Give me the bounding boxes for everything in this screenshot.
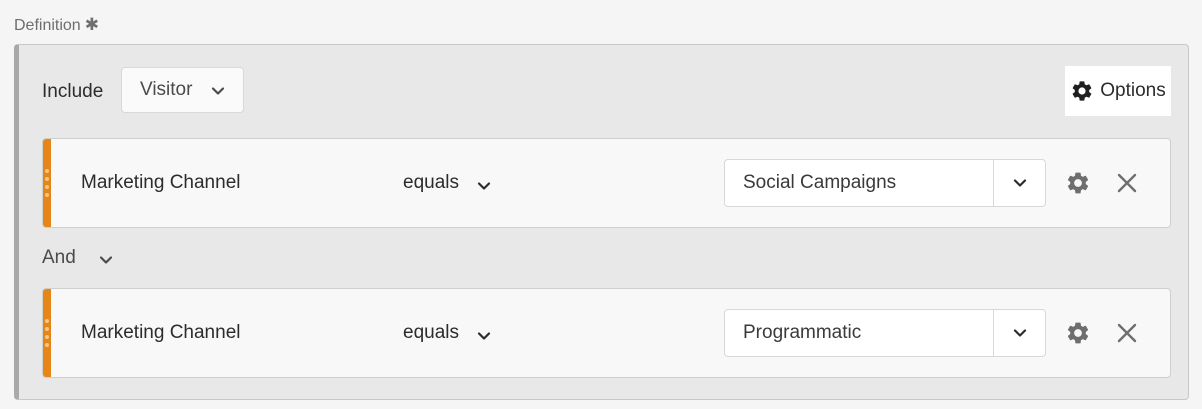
scope-picker[interactable]: Visitor [121,67,244,113]
options-label: Options [1100,80,1166,101]
drag-handle[interactable] [43,139,51,227]
include-label: Include [42,81,104,102]
rule-row: Marketing Channel equals [42,288,1171,378]
definition-label-text: Definition [14,17,81,34]
segment-container: Include Visitor Options Marketing Channe… [14,44,1189,400]
close-icon[interactable] [1116,322,1138,344]
drag-handle-icon [45,169,49,197]
options-button[interactable]: Options [1065,66,1171,116]
drag-handle[interactable] [43,289,51,377]
gear-icon [1072,81,1092,101]
rule-value-input[interactable] [725,160,993,206]
rule-operator[interactable]: equals [403,172,459,194]
value-dropdown-button[interactable] [994,160,1045,206]
gear-icon[interactable] [1065,170,1091,196]
chevron-down-icon [1013,329,1026,337]
gear-icon[interactable] [1065,320,1091,346]
rule-value-input[interactable] [725,310,993,356]
chevron-down-icon [1013,179,1026,187]
definition-label: Definition ✱ [14,15,99,35]
rule-dimension: Marketing Channel [81,172,241,193]
scope-picker-value: Visitor [140,79,193,100]
value-dropdown-button[interactable] [994,310,1045,356]
logic-operator[interactable]: And [42,247,76,269]
chevron-down-icon[interactable] [475,327,493,345]
close-icon[interactable] [1116,172,1138,194]
rule-dimension: Marketing Channel [81,322,241,343]
rule-value-combobox [724,309,1046,357]
chevron-down-icon[interactable] [97,251,115,269]
drag-handle-icon [45,319,49,347]
rule-row: Marketing Channel equals [42,138,1171,228]
rule-value-combobox [724,159,1046,207]
chevron-down-icon[interactable] [475,177,493,195]
rule-operator[interactable]: equals [403,322,459,344]
chevron-down-icon [211,87,225,95]
required-icon: ✱ [84,15,99,34]
